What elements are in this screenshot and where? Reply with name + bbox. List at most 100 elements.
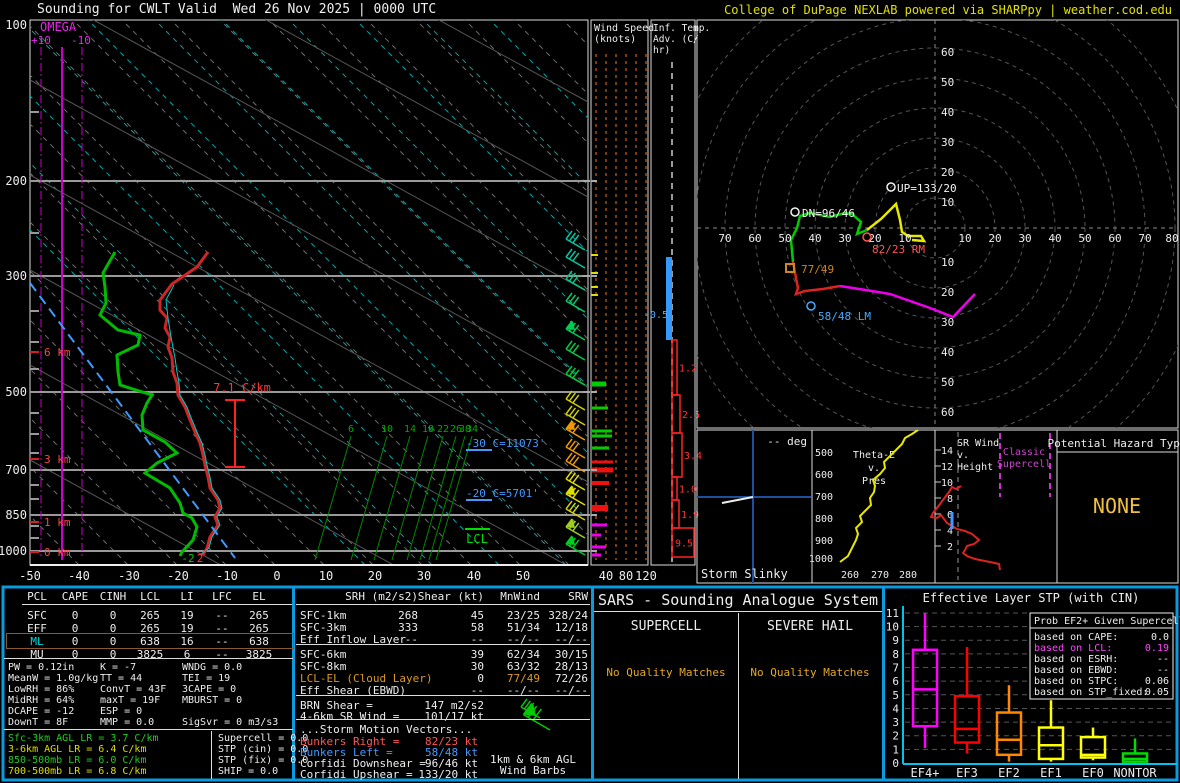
composite-index: SHIP = 0.0 (218, 766, 279, 777)
isotherm-highlight-line (221, 20, 588, 387)
parcel-cell: 0 (109, 635, 117, 648)
hodograph-ring-label: 50 (941, 76, 954, 89)
isotherm-line (30, 564, 31, 565)
segment_mid-hodo-trace (789, 211, 868, 263)
theta-e-x-label: 260 (841, 570, 859, 581)
hodograph-ring-label: 10 (941, 196, 954, 209)
kinematics-header-underline (296, 604, 590, 605)
storm-motion-label: DN=96/46 (802, 207, 855, 220)
theta-e-x-label: 280 (899, 570, 917, 581)
sars-title: SARS - Sounding Analogue System (598, 591, 878, 609)
thermo-index: ConvT = 43F (100, 684, 167, 695)
wind-speed-bar (592, 429, 612, 433)
stp-prob-legend-title: Prob EF2+ Given Supercell (1034, 616, 1180, 627)
temperature-tick-label: 50 (516, 569, 530, 583)
surface-temp-value: 2 (197, 552, 204, 565)
temperature-tick-label: 30 (417, 569, 431, 583)
isotherm-line (30, 515, 80, 565)
sr-wind-title: v. (957, 450, 969, 461)
pressure-label: 300 (5, 269, 27, 283)
thermo-index: maxT = 19F (100, 695, 161, 706)
parcel-cell: ML (30, 635, 44, 648)
lapse-composite-divider (211, 731, 212, 779)
isotherm-line (72, 20, 588, 536)
isotherm-highlight-line (355, 20, 588, 253)
theta-e-y-label: 1000 (809, 554, 833, 565)
kinematics-divider (296, 644, 590, 645)
temperature-tick-label: -30 (118, 569, 140, 583)
thermo-index: WNDG = 0.0 (182, 662, 243, 673)
temp-adv-panel-title: Adv. (C/ (653, 34, 699, 45)
isotherm-line (30, 417, 178, 565)
warm-advection-value: 1.9 (681, 510, 699, 521)
sharppy-sounding-app: Sounding for CWLT Valid Wed 26 Nov 2025 … (0, 0, 1180, 783)
wind-speed-bar (592, 460, 613, 464)
lapse-rate-index: 850-500mb LR = 6.0 C/km (8, 755, 147, 766)
hodograph-ring-label: 30 (941, 316, 954, 329)
composite-index: STP (cin) = 0.0 (218, 744, 309, 755)
stp-category-label: NONTOR (1113, 766, 1157, 780)
stp-category-label: EF3 (956, 766, 978, 780)
stp-category-label: EF2 (998, 766, 1020, 780)
warm-advection-value: 1.0 (679, 485, 697, 496)
storm-slinky-border (696, 429, 813, 584)
stp-y-label: 5 (892, 689, 899, 702)
storm-motion-marker (806, 301, 816, 311)
temperature-tick-label: -10 (216, 569, 238, 583)
parcel-thermo-divider (4, 658, 293, 659)
stp-prob-row-label: based on LCL: (1034, 643, 1112, 654)
dry-adiabat-line (265, 20, 588, 198)
stp-prob-row-label: based on STPC: (1034, 676, 1118, 687)
parcel-cell: 638 (249, 635, 269, 648)
hodograph-ring-label: 70 (1138, 232, 1151, 245)
stp-prob-row-value: 0.05 (1145, 687, 1169, 698)
sr-wind-y-label: 8 (947, 494, 953, 505)
temperature-tick-label: 40 (467, 569, 481, 583)
dry-adiabat-line (30, 0, 588, 7)
sr-wind-title: Height (957, 462, 993, 473)
parcel-cell: 265 (249, 609, 269, 622)
wind-barb (565, 470, 586, 491)
parcel-cell: 16 (180, 635, 194, 648)
temperature-tick-label: -20 (167, 569, 189, 583)
mixing-ratio-label: 10 (381, 424, 393, 435)
thermo-index: K = -7 (100, 662, 137, 673)
stp-prob-row-value: 0.06 (1145, 676, 1169, 687)
parcel-cell: 19 (180, 609, 194, 622)
stp-y-label: 7 (892, 662, 899, 675)
kinematics-divider (296, 695, 590, 696)
composite-index: Supercell = 0.0 (218, 733, 309, 744)
wind-speed-bar (592, 481, 609, 485)
slinky-tilt-value: -- deg (767, 435, 807, 448)
hodograph-ring-label: 20 (941, 286, 954, 299)
stp-prob-row-value: 0.19 (1145, 643, 1169, 654)
parcel-cell: 6 (183, 648, 191, 661)
hodograph-ring-label: 30 (1018, 232, 1031, 245)
pressure-label: 850 (5, 508, 27, 522)
skewt-border (29, 19, 589, 566)
stp-y-label: 10 (886, 621, 899, 634)
cold-advection-value: -0.5 (644, 310, 668, 321)
lapse-rate-index: Sfc-3km AGL LR = 3.7 C/km (8, 733, 159, 744)
slinky-title: Storm Slinky (701, 567, 788, 581)
thermo-index: PW = 0.12in (8, 662, 75, 673)
kinematics-col-header: SRW (568, 590, 588, 603)
lapse-rate-index: 700-500mb LR = 6.8 C/km (8, 766, 147, 777)
stp-y-label: 3 (892, 716, 899, 729)
wind-speed-bar (592, 505, 608, 511)
stp-category-label: EF0 (1082, 766, 1104, 780)
isotherm-line (121, 20, 588, 487)
hodograph-ring-label: 50 (941, 376, 954, 389)
wind-barb (565, 340, 586, 361)
parcel-stats-panel: PCL CAPE CINH LCL LI LFC EL SFC 0 0 265 19 -- 265 EFF 0… (4, 588, 308, 781)
wind-barb (565, 320, 586, 341)
isotherm-line (170, 20, 588, 438)
shear-row-value: 101/17 kt (424, 710, 484, 723)
stp-category-label: EF4+ (911, 766, 940, 780)
theta-e-y-label: 500 (815, 448, 833, 459)
sr-wind-y-label: 2 (947, 542, 953, 553)
stp-panel-title: Effective Layer STP (with CIN) (923, 591, 1140, 605)
parcel-cell: 0 (71, 648, 79, 661)
temperature-tick-label: 10 (319, 569, 333, 583)
wind-speed-tick-label: 80 (619, 569, 633, 583)
